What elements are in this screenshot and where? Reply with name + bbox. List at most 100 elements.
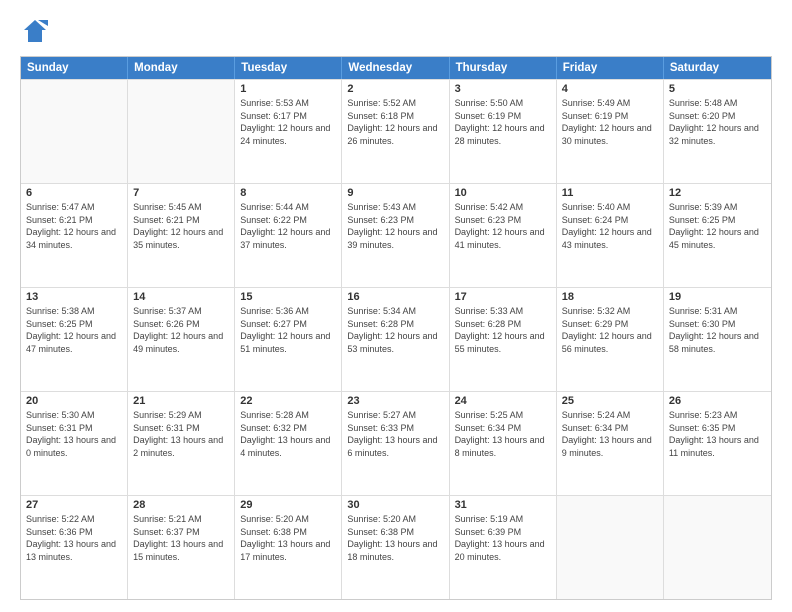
cal-week: 13Sunrise: 5:38 AM Sunset: 6:25 PM Dayli… xyxy=(21,287,771,391)
day-number: 16 xyxy=(347,291,443,303)
day-info: Sunrise: 5:34 AM Sunset: 6:28 PM Dayligh… xyxy=(347,305,443,355)
day-number: 8 xyxy=(240,187,336,199)
cal-header-cell: Thursday xyxy=(450,57,557,79)
cal-cell: 17 Sunrise: 5:33 AM Sunset: 6:28 PM Dayli… xyxy=(450,288,557,391)
cal-cell xyxy=(664,496,771,599)
day-number: 4 xyxy=(562,83,658,95)
cal-cell: 12Sunrise: 5:39 AM Sunset: 6:25 PM Dayli… xyxy=(664,184,771,287)
day-info: Sunrise: 5:27 AM Sunset: 6:33 PM Dayligh… xyxy=(347,409,443,459)
cal-header-cell: Wednesday xyxy=(342,57,449,79)
day-info: Sunrise: 5:29 AM Sunset: 6:31 PM Dayligh… xyxy=(133,409,229,459)
day-info: Sunrise: 5:20 AM Sunset: 6:38 PM Dayligh… xyxy=(347,513,443,563)
cal-cell: 24 Sunrise: 5:25 AM Sunset: 6:34 PM Dayli… xyxy=(450,392,557,495)
day-info: Sunrise: 5:25 AM Sunset: 6:34 PM Dayligh… xyxy=(455,409,551,459)
cal-cell xyxy=(128,80,235,183)
day-number: 24 xyxy=(455,395,551,407)
cal-cell: 7 Sunrise: 5:45 AM Sunset: 6:21 PM Daylig… xyxy=(128,184,235,287)
day-number: 2 xyxy=(347,83,443,95)
day-number: 18 xyxy=(562,291,658,303)
cal-cell: 21 Sunrise: 5:29 AM Sunset: 6:31 PM Dayli… xyxy=(128,392,235,495)
day-number: 26 xyxy=(669,395,766,407)
day-number: 29 xyxy=(240,499,336,511)
cal-cell: 15Sunrise: 5:36 AM Sunset: 6:27 PM Dayli… xyxy=(235,288,342,391)
cal-week: 27Sunrise: 5:22 AM Sunset: 6:36 PM Dayli… xyxy=(21,495,771,599)
cal-cell: 8 Sunrise: 5:44 AM Sunset: 6:22 PM Daylig… xyxy=(235,184,342,287)
cal-cell: 19 Sunrise: 5:31 AM Sunset: 6:30 PM Dayli… xyxy=(664,288,771,391)
day-info: Sunrise: 5:37 AM Sunset: 6:26 PM Dayligh… xyxy=(133,305,229,355)
cal-cell: 25 Sunrise: 5:24 AM Sunset: 6:34 PM Dayli… xyxy=(557,392,664,495)
cal-cell: 2 Sunrise: 5:52 AM Sunset: 6:18 PM Daylig… xyxy=(342,80,449,183)
cal-cell: 16 Sunrise: 5:34 AM Sunset: 6:28 PM Dayli… xyxy=(342,288,449,391)
cal-cell: 10Sunrise: 5:42 AM Sunset: 6:23 PM Dayli… xyxy=(450,184,557,287)
day-info: Sunrise: 5:50 AM Sunset: 6:19 PM Dayligh… xyxy=(455,97,551,147)
cal-cell: 5 Sunrise: 5:48 AM Sunset: 6:20 PM Daylig… xyxy=(664,80,771,183)
day-number: 20 xyxy=(26,395,122,407)
cal-cell: 1Sunrise: 5:53 AM Sunset: 6:17 PM Daylig… xyxy=(235,80,342,183)
calendar-header: SundayMondayTuesdayWednesdayThursdayFrid… xyxy=(21,57,771,79)
cal-cell: 29 Sunrise: 5:20 AM Sunset: 6:38 PM Dayli… xyxy=(235,496,342,599)
cal-cell: 6 Sunrise: 5:47 AM Sunset: 6:21 PM Daylig… xyxy=(21,184,128,287)
cal-week: 20 Sunrise: 5:30 AM Sunset: 6:31 PM Dayli… xyxy=(21,391,771,495)
cal-cell: 9Sunrise: 5:43 AM Sunset: 6:23 PM Daylig… xyxy=(342,184,449,287)
cal-cell: 11 Sunrise: 5:40 AM Sunset: 6:24 PM Dayli… xyxy=(557,184,664,287)
day-info: Sunrise: 5:24 AM Sunset: 6:34 PM Dayligh… xyxy=(562,409,658,459)
cal-cell xyxy=(557,496,664,599)
day-info: Sunrise: 5:44 AM Sunset: 6:22 PM Dayligh… xyxy=(240,201,336,251)
day-number: 17 xyxy=(455,291,551,303)
day-number: 28 xyxy=(133,499,229,511)
day-info: Sunrise: 5:42 AM Sunset: 6:23 PM Dayligh… xyxy=(455,201,551,251)
day-info: Sunrise: 5:53 AM Sunset: 6:17 PM Dayligh… xyxy=(240,97,336,147)
logo-icon xyxy=(20,16,50,46)
day-info: Sunrise: 5:40 AM Sunset: 6:24 PM Dayligh… xyxy=(562,201,658,251)
cal-cell xyxy=(21,80,128,183)
day-number: 25 xyxy=(562,395,658,407)
cal-cell: 22Sunrise: 5:28 AM Sunset: 6:32 PM Dayli… xyxy=(235,392,342,495)
day-number: 7 xyxy=(133,187,229,199)
cal-cell: 31 Sunrise: 5:19 AM Sunset: 6:39 PM Dayli… xyxy=(450,496,557,599)
cal-week: 6 Sunrise: 5:47 AM Sunset: 6:21 PM Daylig… xyxy=(21,183,771,287)
day-number: 6 xyxy=(26,187,122,199)
day-number: 31 xyxy=(455,499,551,511)
day-info: Sunrise: 5:31 AM Sunset: 6:30 PM Dayligh… xyxy=(669,305,766,355)
day-info: Sunrise: 5:47 AM Sunset: 6:21 PM Dayligh… xyxy=(26,201,122,251)
cal-cell: 3 Sunrise: 5:50 AM Sunset: 6:19 PM Daylig… xyxy=(450,80,557,183)
cal-cell: 30 Sunrise: 5:20 AM Sunset: 6:38 PM Dayli… xyxy=(342,496,449,599)
day-number: 5 xyxy=(669,83,766,95)
calendar: SundayMondayTuesdayWednesdayThursdayFrid… xyxy=(20,56,772,600)
day-info: Sunrise: 5:19 AM Sunset: 6:39 PM Dayligh… xyxy=(455,513,551,563)
cal-header-cell: Monday xyxy=(128,57,235,79)
header xyxy=(20,16,772,46)
day-info: Sunrise: 5:20 AM Sunset: 6:38 PM Dayligh… xyxy=(240,513,336,563)
day-info: Sunrise: 5:39 AM Sunset: 6:25 PM Dayligh… xyxy=(669,201,766,251)
cal-header-cell: Saturday xyxy=(664,57,771,79)
day-number: 3 xyxy=(455,83,551,95)
cal-cell: 28 Sunrise: 5:21 AM Sunset: 6:37 PM Dayli… xyxy=(128,496,235,599)
cal-header-cell: Friday xyxy=(557,57,664,79)
cal-cell: 4 Sunrise: 5:49 AM Sunset: 6:19 PM Daylig… xyxy=(557,80,664,183)
cal-cell: 18 Sunrise: 5:32 AM Sunset: 6:29 PM Dayli… xyxy=(557,288,664,391)
day-info: Sunrise: 5:32 AM Sunset: 6:29 PM Dayligh… xyxy=(562,305,658,355)
day-info: Sunrise: 5:45 AM Sunset: 6:21 PM Dayligh… xyxy=(133,201,229,251)
page: SundayMondayTuesdayWednesdayThursdayFrid… xyxy=(0,0,792,612)
day-info: Sunrise: 5:30 AM Sunset: 6:31 PM Dayligh… xyxy=(26,409,122,459)
day-number: 22 xyxy=(240,395,336,407)
day-info: Sunrise: 5:38 AM Sunset: 6:25 PM Dayligh… xyxy=(26,305,122,355)
cal-cell: 14 Sunrise: 5:37 AM Sunset: 6:26 PM Dayli… xyxy=(128,288,235,391)
day-number: 27 xyxy=(26,499,122,511)
day-number: 11 xyxy=(562,187,658,199)
logo xyxy=(20,16,54,46)
day-info: Sunrise: 5:23 AM Sunset: 6:35 PM Dayligh… xyxy=(669,409,766,459)
day-number: 14 xyxy=(133,291,229,303)
day-info: Sunrise: 5:43 AM Sunset: 6:23 PM Dayligh… xyxy=(347,201,443,251)
day-info: Sunrise: 5:52 AM Sunset: 6:18 PM Dayligh… xyxy=(347,97,443,147)
day-info: Sunrise: 5:48 AM Sunset: 6:20 PM Dayligh… xyxy=(669,97,766,147)
day-info: Sunrise: 5:21 AM Sunset: 6:37 PM Dayligh… xyxy=(133,513,229,563)
cal-header-cell: Sunday xyxy=(21,57,128,79)
calendar-body: 1Sunrise: 5:53 AM Sunset: 6:17 PM Daylig… xyxy=(21,79,771,599)
day-info: Sunrise: 5:49 AM Sunset: 6:19 PM Dayligh… xyxy=(562,97,658,147)
day-number: 19 xyxy=(669,291,766,303)
day-number: 21 xyxy=(133,395,229,407)
day-info: Sunrise: 5:36 AM Sunset: 6:27 PM Dayligh… xyxy=(240,305,336,355)
day-info: Sunrise: 5:33 AM Sunset: 6:28 PM Dayligh… xyxy=(455,305,551,355)
day-number: 30 xyxy=(347,499,443,511)
